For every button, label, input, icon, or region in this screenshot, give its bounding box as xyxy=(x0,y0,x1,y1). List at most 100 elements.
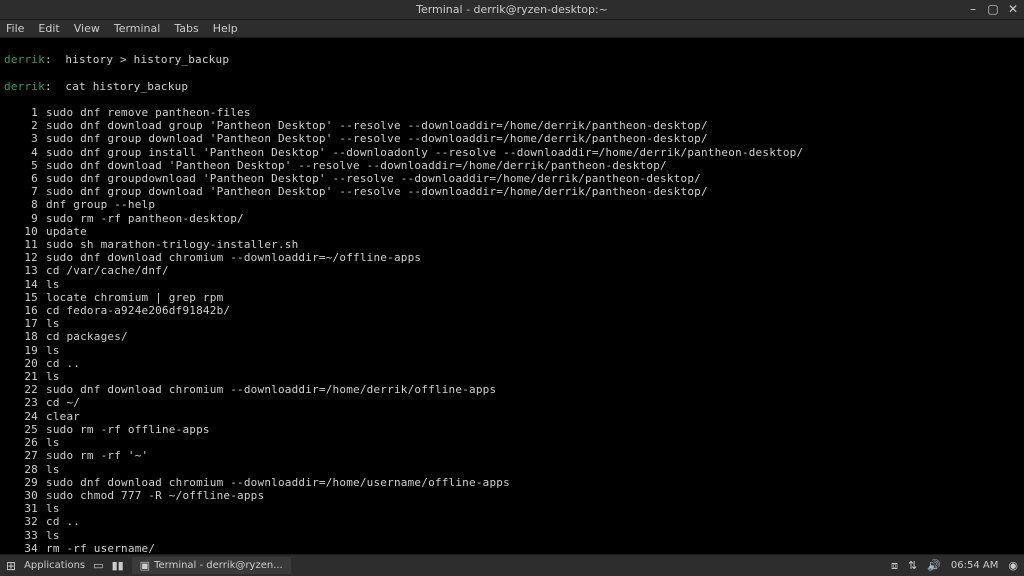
applications-label[interactable]: Applications xyxy=(24,560,85,571)
history-number: 32 xyxy=(4,515,38,528)
history-list: 1sudo dnf remove pantheon-files2sudo dnf… xyxy=(4,106,1020,554)
history-number: 27 xyxy=(4,449,38,462)
history-command: cd ~/ xyxy=(38,396,80,409)
history-number: 21 xyxy=(4,370,38,383)
history-line: 23cd ~/ xyxy=(4,396,1020,409)
prompt-user: derrik xyxy=(4,80,45,93)
history-line: 34rm -rf username/ xyxy=(4,542,1020,554)
history-line: 32cd .. xyxy=(4,515,1020,528)
window-controls: – ▢ ✕ xyxy=(966,2,1020,16)
history-command: locate chromium | grep rpm xyxy=(38,291,223,304)
menu-tabs[interactable]: Tabs xyxy=(174,22,198,35)
user-menu-icon[interactable]: ◉ xyxy=(1008,559,1018,572)
menu-view[interactable]: View xyxy=(74,22,100,35)
history-command: sudo dnf group install 'Pantheon Desktop… xyxy=(38,146,803,159)
history-line: 14ls xyxy=(4,278,1020,291)
network-icon[interactable]: ⇅ xyxy=(908,559,917,572)
history-command: sudo dnf group download 'Pantheon Deskto… xyxy=(38,132,708,145)
workspace-switcher-icon[interactable]: ▮▮ xyxy=(112,559,124,572)
history-line: 1sudo dnf remove pantheon-files xyxy=(4,106,1020,119)
history-command: sudo rm -rf offline-apps xyxy=(38,423,210,436)
history-number: 22 xyxy=(4,383,38,396)
history-line: 26ls xyxy=(4,436,1020,449)
history-number: 2 xyxy=(4,119,38,132)
taskbar-left: ⊞ Applications ▭ ▮▮ ▣ Terminal - derrik@… xyxy=(6,557,291,574)
history-line: 27sudo rm -rf '~' xyxy=(4,449,1020,462)
history-number: 31 xyxy=(4,502,38,515)
taskbar-task-terminal[interactable]: ▣ Terminal - derrik@ryzen... xyxy=(132,557,291,574)
history-command: ls xyxy=(38,278,60,291)
minimize-button[interactable]: – xyxy=(966,2,980,16)
clock[interactable]: 06:54 AM xyxy=(951,560,998,571)
taskbar-right: ⧈ ⇅ 🔊 06:54 AM ◉ xyxy=(891,559,1018,573)
prompt-line: derrik: history > history_backup xyxy=(4,53,1020,66)
history-number: 4 xyxy=(4,146,38,159)
history-number: 19 xyxy=(4,344,38,357)
titlebar[interactable]: Terminal - derrik@ryzen-desktop:~ – ▢ ✕ xyxy=(0,0,1024,20)
history-number: 25 xyxy=(4,423,38,436)
menubar: File Edit View Terminal Tabs Help xyxy=(0,20,1024,38)
history-command: cd /var/cache/dnf/ xyxy=(38,264,169,277)
close-button[interactable]: ✕ xyxy=(1006,2,1020,16)
history-number: 11 xyxy=(4,238,38,251)
history-number: 10 xyxy=(4,225,38,238)
history-line: 6sudo dnf groupdownload 'Pantheon Deskto… xyxy=(4,172,1020,185)
history-command: cd .. xyxy=(38,357,80,370)
history-command: sudo dnf download group 'Pantheon Deskto… xyxy=(38,119,708,132)
history-line: 3sudo dnf group download 'Pantheon Deskt… xyxy=(4,132,1020,145)
history-number: 20 xyxy=(4,357,38,370)
history-number: 8 xyxy=(4,198,38,211)
history-line: 21ls xyxy=(4,370,1020,383)
history-number: 29 xyxy=(4,476,38,489)
history-number: 7 xyxy=(4,185,38,198)
history-number: 28 xyxy=(4,463,38,476)
menu-help[interactable]: Help xyxy=(213,22,238,35)
volume-icon[interactable]: 🔊 xyxy=(927,559,941,572)
menu-edit[interactable]: Edit xyxy=(38,22,59,35)
history-command: cd packages/ xyxy=(38,330,128,343)
prompt-user: derrik xyxy=(4,53,45,66)
history-line: 9sudo rm -rf pantheon-desktop/ xyxy=(4,212,1020,225)
history-command: dnf group --help xyxy=(38,198,155,211)
prompt-line: derrik: cat history_backup xyxy=(4,80,1020,93)
terminal-output[interactable]: derrik: history > history_backup derrik:… xyxy=(0,38,1024,554)
history-line: 10update xyxy=(4,225,1020,238)
menu-terminal[interactable]: Terminal xyxy=(114,22,161,35)
history-number: 3 xyxy=(4,132,38,145)
history-number: 17 xyxy=(4,317,38,330)
history-line: 22sudo dnf download chromium --downloadd… xyxy=(4,383,1020,396)
terminal-icon: ▣ xyxy=(140,559,150,572)
history-line: 25sudo rm -rf offline-apps xyxy=(4,423,1020,436)
history-command: sudo sh marathon-trilogy-installer.sh xyxy=(38,238,298,251)
history-line: 12sudo dnf download chromium --downloadd… xyxy=(4,251,1020,264)
history-command: sudo dnf download chromium --downloaddir… xyxy=(38,383,496,396)
show-desktop-icon[interactable]: ▭ xyxy=(93,559,103,572)
maximize-button[interactable]: ▢ xyxy=(986,2,1000,16)
history-number: 13 xyxy=(4,264,38,277)
history-line: 15locate chromium | grep rpm xyxy=(4,291,1020,304)
history-number: 12 xyxy=(4,251,38,264)
history-number: 1 xyxy=(4,106,38,119)
history-command: sudo dnf groupdownload 'Pantheon Desktop… xyxy=(38,172,701,185)
dropbox-icon[interactable]: ⧈ xyxy=(891,559,898,573)
history-number: 18 xyxy=(4,330,38,343)
history-command: ls xyxy=(38,436,60,449)
history-command: sudo dnf remove pantheon-files xyxy=(38,106,251,119)
history-number: 24 xyxy=(4,410,38,423)
history-command: sudo rm -rf '~' xyxy=(38,449,148,462)
history-command: ls xyxy=(38,370,60,383)
history-command: sudo dnf download chromium --downloaddir… xyxy=(38,476,510,489)
history-line: 16cd fedora-a924e206df91842b/ xyxy=(4,304,1020,317)
menu-file[interactable]: File xyxy=(6,22,24,35)
history-number: 15 xyxy=(4,291,38,304)
typed-cmd-1: history > history_backup xyxy=(52,53,229,66)
history-line: 28ls xyxy=(4,463,1020,476)
history-number: 26 xyxy=(4,436,38,449)
history-line: 8dnf group --help xyxy=(4,198,1020,211)
history-number: 14 xyxy=(4,278,38,291)
history-command: ls xyxy=(38,502,60,515)
history-line: 30sudo chmod 777 -R ~/offline-apps xyxy=(4,489,1020,502)
history-command: sudo dnf download chromium --downloaddir… xyxy=(38,251,421,264)
applications-menu-icon[interactable]: ⊞ xyxy=(6,559,16,573)
history-command: sudo dnf download 'Pantheon Desktop' --r… xyxy=(38,159,667,172)
